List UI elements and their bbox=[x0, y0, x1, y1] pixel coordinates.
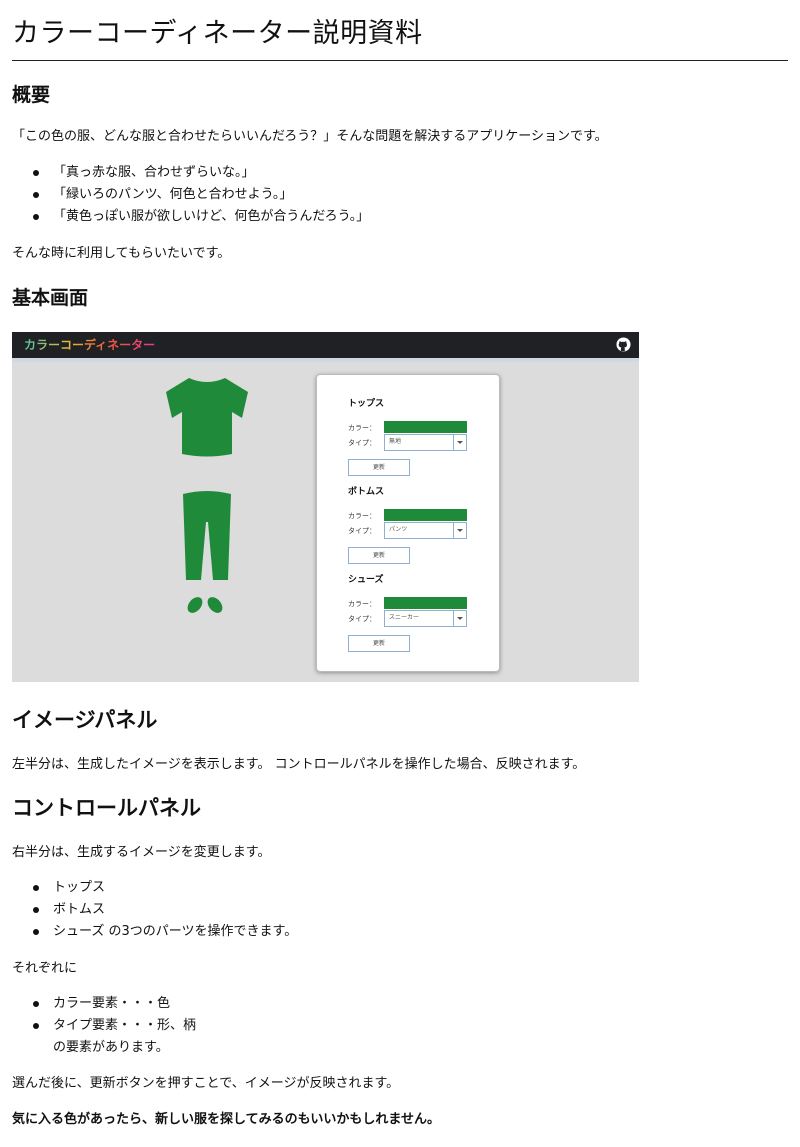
each-text: それぞれに bbox=[12, 961, 78, 976]
elements-list: カラー要素・・・色 タイプ要素・・・形、柄 bbox=[12, 993, 196, 1037]
bottoms-type-select[interactable]: パンツ bbox=[384, 522, 467, 539]
overview-closing: そんな時に利用してもらいたいです。 bbox=[12, 246, 231, 261]
update-note: 選んだ後に、更新ボタンを押すことで、イメージが反映されます。 bbox=[12, 1076, 400, 1091]
select-value: スニーカー bbox=[389, 614, 420, 621]
tops-type-select[interactable]: 無地 bbox=[384, 434, 467, 451]
shoe-left bbox=[187, 597, 203, 613]
image-panel-body: 左半分は、生成したイメージを表示します。 コントロールパネルを操作した場合、反映… bbox=[12, 757, 586, 772]
github-icon[interactable] bbox=[616, 337, 631, 352]
header-strip bbox=[12, 358, 639, 362]
bottoms-color-picker[interactable] bbox=[384, 509, 467, 521]
section-title-shoes: シューズ bbox=[348, 575, 384, 585]
elements-tail: の要素があります。 bbox=[53, 1040, 169, 1055]
color-label: カラー： bbox=[348, 424, 376, 432]
chevron-down-icon bbox=[453, 523, 466, 538]
select-value: パンツ bbox=[389, 526, 408, 533]
document: カラーコーディネーター説明資料 概要 「この色の服、どんな服と合わせたらいいんだ… bbox=[0, 0, 800, 1147]
overview-heading: 概要 bbox=[12, 84, 51, 106]
bottoms-shape bbox=[183, 491, 231, 580]
list-item: タイプ要素・・・形、柄 bbox=[12, 1015, 196, 1037]
shoes-color-picker[interactable] bbox=[384, 597, 467, 609]
list-item: シューズ の3つのパーツを操作できます。 bbox=[12, 921, 297, 943]
tops-shape bbox=[166, 378, 248, 457]
list-item: 「真っ赤な服、合わせずらいな。」 bbox=[12, 162, 369, 184]
section-title-tops: トップス bbox=[348, 399, 385, 409]
color-label: カラー： bbox=[348, 600, 376, 608]
shoes-type-select[interactable]: スニーカー bbox=[384, 610, 467, 627]
shoe-right bbox=[207, 597, 223, 613]
list-item: ボトムス bbox=[12, 899, 297, 921]
color-label: カラー： bbox=[348, 512, 376, 520]
chevron-down-icon bbox=[453, 611, 466, 626]
title-divider bbox=[12, 60, 788, 61]
parts-list: トップス ボトムス シューズ の3つのパーツを操作できます。 bbox=[12, 877, 297, 943]
app-title: カラーコーディネーター bbox=[24, 338, 156, 352]
app-screenshot: カラーコーディネーター トップス カラー： タイプ： 無地 更新 ボトムス カラ… bbox=[12, 332, 639, 682]
shoes-update-button[interactable]: 更新 bbox=[348, 635, 410, 652]
type-label: タイプ： bbox=[348, 527, 376, 535]
app-header: カラーコーディネーター bbox=[12, 332, 639, 358]
overview-list: 「真っ赤な服、合わせずらいな。」 「緑いろのパンツ、何色と合わせよう。」 「黄色… bbox=[12, 162, 369, 228]
outfit-image bbox=[166, 378, 248, 613]
page-title: カラーコーディネーター説明資料 bbox=[12, 18, 423, 49]
list-item: カラー要素・・・色 bbox=[12, 993, 196, 1015]
chevron-down-icon bbox=[453, 435, 466, 450]
final-note: 気に入る色があったら、新しい服を探してみるのもいいかもしれません。 bbox=[12, 1112, 440, 1127]
type-label: タイプ： bbox=[348, 615, 376, 623]
list-item: 「黄色っぽい服が欲しいけど、何色が合うんだろう。」 bbox=[12, 206, 369, 228]
basic-heading: 基本画面 bbox=[12, 287, 89, 309]
control-panel-heading: コントロールパネル bbox=[12, 796, 201, 820]
tops-color-picker[interactable] bbox=[384, 421, 467, 433]
image-panel-heading: イメージパネル bbox=[12, 708, 158, 732]
list-item: トップス bbox=[12, 877, 297, 899]
section-title-bottoms: ボトムス bbox=[348, 487, 385, 497]
list-item: 「緑いろのパンツ、何色と合わせよう。」 bbox=[12, 184, 369, 206]
overview-intro: 「この色の服、どんな服と合わせたらいいんだろう？」そんな問題を解決するアプリケー… bbox=[12, 129, 608, 144]
tops-update-button[interactable]: 更新 bbox=[348, 459, 410, 476]
control-panel-body: 右半分は、生成するイメージを変更します。 bbox=[12, 845, 271, 860]
bottoms-update-button[interactable]: 更新 bbox=[348, 547, 410, 564]
select-value: 無地 bbox=[389, 438, 402, 445]
type-label: タイプ： bbox=[348, 439, 376, 447]
control-panel: トップス カラー： タイプ： 無地 更新 ボトムス カラー： タイプ： パンツ … bbox=[316, 374, 500, 672]
